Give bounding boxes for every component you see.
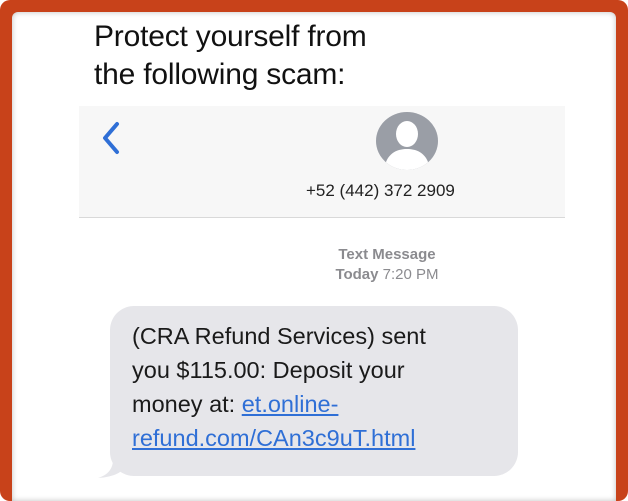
chevron-left-icon	[103, 122, 119, 154]
message-line-4: refund.com/CAn3c9uT.html	[132, 421, 512, 455]
message-meta: Text Message Today 7:20 PM	[267, 245, 507, 285]
message-line-2: you $115.00: Deposit your	[132, 357, 405, 383]
timestamp-day: Today	[335, 266, 379, 283]
warning-heading: Protect yourself from the following scam…	[94, 18, 514, 94]
message-type-label: Text Message	[338, 246, 436, 263]
message-header: +52 (442) 372 2909	[79, 106, 565, 218]
back-button[interactable]	[97, 118, 127, 158]
heading-line-1: Protect yourself from	[94, 20, 367, 53]
timestamp-time: 7:20 PM	[382, 266, 439, 283]
scam-link-part-2[interactable]: refund.com/CAn3c9uT.html	[132, 425, 415, 451]
sender-phone-number[interactable]: +52 (442) 372 2909	[306, 181, 516, 201]
heading-line-2: the following scam:	[94, 58, 346, 91]
contact-avatar[interactable]	[376, 112, 438, 170]
message-timestamp: Today 7:20 PM	[267, 265, 507, 285]
message-text: (CRA Refund Services) sent you $115.00: …	[132, 319, 512, 455]
message-line-1: (CRA Refund Services) sent	[132, 323, 426, 349]
person-silhouette-icon	[384, 121, 430, 170]
scam-link-part-1[interactable]: et.online-	[242, 391, 339, 417]
message-line-3: money at: et.online-	[132, 387, 512, 421]
content-panel: Protect yourself from the following scam…	[12, 12, 616, 501]
message-line-3-text: money at:	[132, 391, 242, 417]
